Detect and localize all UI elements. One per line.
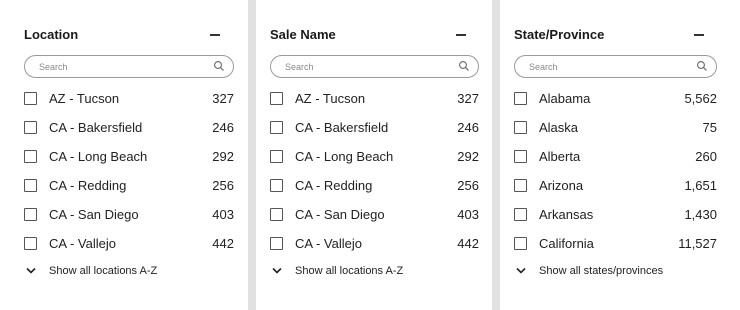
- list-item[interactable]: CA - Vallejo 442: [24, 233, 234, 255]
- item-label: Alabama: [539, 91, 591, 106]
- show-all-label: Show all states/provinces: [539, 265, 664, 277]
- checkbox[interactable]: [270, 179, 283, 192]
- item-count: 292: [457, 149, 479, 164]
- item-label: CA - Long Beach: [295, 149, 394, 164]
- checkbox[interactable]: [270, 121, 283, 134]
- search-input[interactable]: [285, 60, 435, 74]
- item-count: 256: [212, 178, 234, 193]
- filter-title: Sale Name: [270, 27, 336, 42]
- checkbox[interactable]: [514, 121, 527, 134]
- search-field[interactable]: [24, 55, 234, 78]
- list-item[interactable]: CA - Redding 256: [24, 175, 234, 197]
- item-label: Alaska: [539, 120, 579, 135]
- checkbox[interactable]: [514, 150, 527, 163]
- item-count: 260: [695, 149, 717, 164]
- chevron-down-icon: [272, 267, 282, 274]
- item-count: 11,527: [678, 236, 717, 251]
- list-item[interactable]: Alabama 5,562: [514, 88, 717, 110]
- item-label: AZ - Tucson: [295, 91, 366, 106]
- item-count: 256: [457, 178, 479, 193]
- list-item[interactable]: Alaska 75: [514, 117, 717, 139]
- search-field[interactable]: [270, 55, 479, 78]
- checkbox[interactable]: [514, 208, 527, 221]
- item-count: 442: [457, 236, 479, 251]
- list-item[interactable]: CA - Redding 256: [270, 175, 479, 197]
- checkbox[interactable]: [24, 179, 37, 192]
- show-all-link[interactable]: Show all locations A-Z: [270, 264, 479, 280]
- list-item[interactable]: Alberta 260: [514, 146, 717, 168]
- item-label: CA - Bakersfield: [295, 120, 389, 135]
- item-count: 75: [702, 120, 717, 135]
- item-label: CA - Vallejo: [49, 236, 116, 251]
- item-label: Arizona: [539, 178, 584, 193]
- item-count: 442: [212, 236, 234, 251]
- search-icon[interactable]: [213, 60, 225, 72]
- filter-panel-sale-name: Sale Name AZ - Tucson 327 CA - Bakersfie…: [256, 0, 492, 310]
- item-label: CA - Bakersfield: [49, 120, 143, 135]
- checkbox[interactable]: [270, 150, 283, 163]
- checkbox[interactable]: [270, 208, 283, 221]
- show-all-label: Show all locations A-Z: [295, 265, 404, 277]
- item-count: 246: [457, 120, 479, 135]
- checkbox[interactable]: [514, 92, 527, 105]
- filter-panel-location: Location AZ - Tucson 327 CA - Bakersfiel…: [0, 0, 248, 310]
- show-all-link[interactable]: Show all states/provinces: [514, 264, 717, 280]
- item-count: 5,562: [684, 91, 717, 106]
- checkbox[interactable]: [24, 237, 37, 250]
- item-label: Arkansas: [539, 207, 594, 222]
- minus-icon[interactable]: [210, 34, 220, 36]
- list-item[interactable]: CA - Bakersfield 246: [24, 117, 234, 139]
- item-label: Alberta: [539, 149, 581, 164]
- checkbox[interactable]: [270, 92, 283, 105]
- list-item[interactable]: CA - San Diego 403: [24, 204, 234, 226]
- checkbox[interactable]: [270, 237, 283, 250]
- list-item[interactable]: AZ - Tucson 327: [24, 88, 234, 110]
- search-input[interactable]: [39, 60, 189, 74]
- item-count: 246: [212, 120, 234, 135]
- item-count: 292: [212, 149, 234, 164]
- item-count: 1,651: [684, 178, 717, 193]
- item-label: California: [539, 236, 594, 251]
- filter-panel-state-province: State/Province Alabama 5,562 Alaska 75: [500, 0, 740, 310]
- search-input[interactable]: [529, 60, 679, 74]
- item-label: CA - Vallejo: [295, 236, 362, 251]
- chevron-down-icon: [26, 267, 36, 274]
- search-field[interactable]: [514, 55, 717, 78]
- list-item[interactable]: Arkansas 1,430: [514, 204, 717, 226]
- search-icon[interactable]: [458, 60, 470, 72]
- list-item[interactable]: California 11,527: [514, 233, 717, 255]
- checkbox[interactable]: [24, 208, 37, 221]
- item-count: 327: [212, 91, 234, 106]
- item-label: CA - San Diego: [295, 207, 385, 222]
- item-label: CA - Long Beach: [49, 149, 148, 164]
- list-item[interactable]: Arizona 1,651: [514, 175, 717, 197]
- show-all-link[interactable]: Show all locations A-Z: [24, 264, 234, 280]
- list-item[interactable]: CA - Long Beach 292: [24, 146, 234, 168]
- search-icon[interactable]: [696, 60, 708, 72]
- list-item[interactable]: CA - Bakersfield 246: [270, 117, 479, 139]
- filter-title: State/Province: [514, 27, 605, 42]
- checkbox[interactable]: [24, 92, 37, 105]
- show-all-label: Show all locations A-Z: [49, 265, 158, 277]
- minus-icon[interactable]: [456, 34, 466, 36]
- checkbox[interactable]: [514, 179, 527, 192]
- minus-icon[interactable]: [694, 34, 704, 36]
- checkbox[interactable]: [24, 121, 37, 134]
- item-label: CA - Redding: [49, 178, 127, 193]
- item-count: 327: [457, 91, 479, 106]
- item-count: 1,430: [684, 207, 717, 222]
- list-item[interactable]: AZ - Tucson 327: [270, 88, 479, 110]
- item-count: 403: [457, 207, 479, 222]
- item-label: CA - Redding: [295, 178, 373, 193]
- checkbox[interactable]: [514, 237, 527, 250]
- list-item[interactable]: CA - Vallejo 442: [270, 233, 479, 255]
- item-label: CA - San Diego: [49, 207, 139, 222]
- list-item[interactable]: CA - San Diego 403: [270, 204, 479, 226]
- chevron-down-icon: [516, 267, 526, 274]
- item-label: AZ - Tucson: [49, 91, 120, 106]
- checkbox[interactable]: [24, 150, 37, 163]
- list-item[interactable]: CA - Long Beach 292: [270, 146, 479, 168]
- filter-title: Location: [24, 27, 79, 42]
- item-count: 403: [212, 207, 234, 222]
